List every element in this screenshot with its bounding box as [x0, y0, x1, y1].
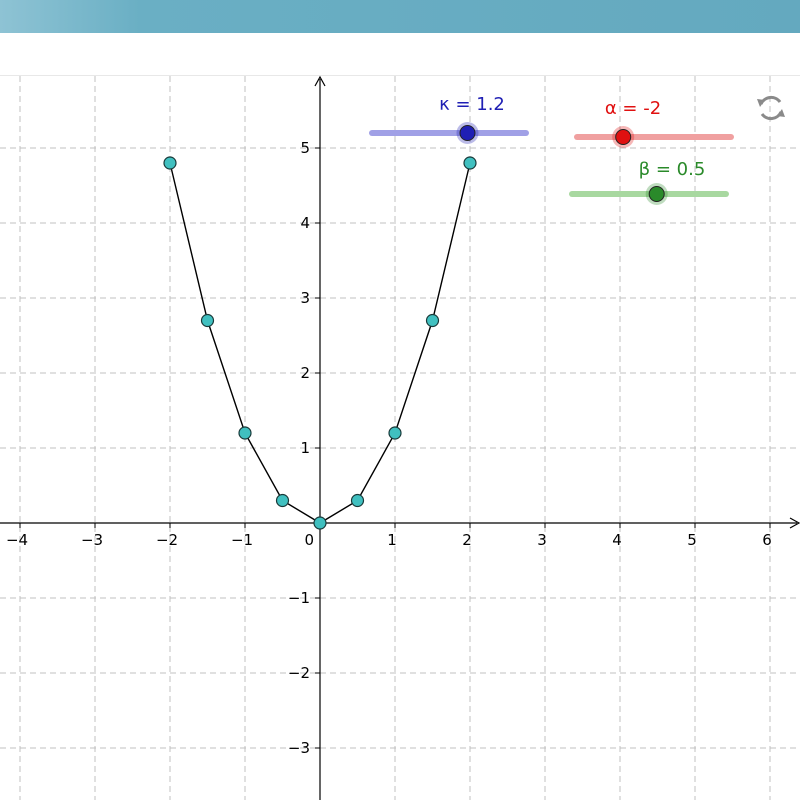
slider-knob-alpha[interactable] [615, 129, 632, 145]
slider-knob-kappa[interactable] [459, 125, 476, 141]
slider-label-alpha: α = -2 [605, 98, 661, 119]
y-tick-label: −1 [288, 589, 310, 607]
data-point[interactable] [388, 426, 402, 440]
data-point[interactable] [313, 516, 327, 530]
y-tick-label: 5 [300, 139, 310, 157]
data-point[interactable] [463, 156, 477, 170]
slider-knob-beta[interactable] [648, 186, 665, 202]
x-tick-label: 2 [462, 531, 472, 549]
x-tick-label: 1 [387, 531, 397, 549]
x-tick-label: −1 [231, 531, 253, 549]
refresh-icon [757, 95, 785, 121]
slider-label-kappa: κ = 1.2 [439, 94, 505, 115]
x-tick-label: −3 [81, 531, 103, 549]
y-tick-label: 3 [300, 289, 310, 307]
x-tick-label: 4 [612, 531, 622, 549]
x-tick-label: −4 [6, 531, 28, 549]
y-tick-label: −2 [288, 664, 310, 682]
y-tick-label: 2 [300, 364, 310, 382]
y-tick-label: 1 [300, 439, 310, 457]
slider-label-beta: β = 0.5 [639, 159, 706, 180]
x-tick-label: −2 [156, 531, 178, 549]
y-tick-label: 4 [300, 214, 310, 232]
origin-label: 0 [304, 531, 314, 549]
data-point[interactable] [350, 493, 365, 508]
reset-button[interactable] [753, 90, 789, 126]
x-tick-label: 6 [762, 531, 772, 549]
data-point[interactable] [425, 313, 440, 328]
x-tick-label: 5 [687, 531, 697, 549]
data-point[interactable] [238, 426, 252, 440]
data-point[interactable] [163, 156, 177, 170]
y-tick-label: −3 [288, 739, 310, 757]
graphics-view[interactable]: −4 −3 −2 −1 1 2 3 4 5 6 −3 −2 −1 1 2 3 4 5 0 κ = 1.2 α = -2… [0, 0, 800, 800]
data-point[interactable] [200, 313, 215, 328]
data-point[interactable] [275, 493, 290, 508]
x-tick-label: 3 [537, 531, 547, 549]
